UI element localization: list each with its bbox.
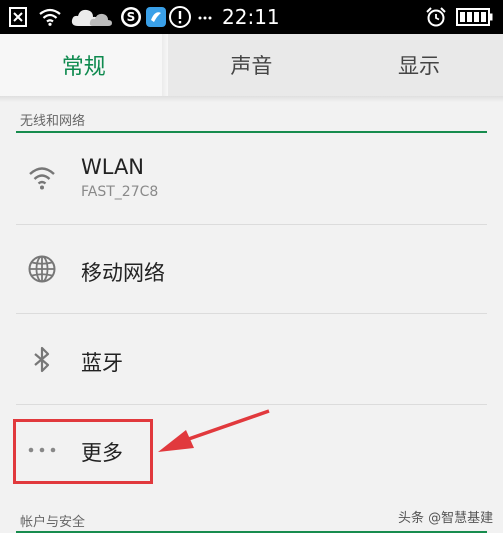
s-app-icon: S xyxy=(121,7,141,27)
more-icon xyxy=(198,16,212,20)
highlight-box xyxy=(13,419,153,484)
section-header-wireless: 无线和网络 xyxy=(20,114,86,129)
watermark: 头条 @智慧基建 xyxy=(398,511,494,526)
status-time: 22:11 xyxy=(222,5,280,29)
alert-icon xyxy=(169,6,191,28)
item-title: 移动网络 xyxy=(81,261,165,285)
svg-text:S: S xyxy=(127,10,136,24)
settings-item-wlan[interactable]: WLAN FAST_27C8 xyxy=(0,133,503,223)
tab-display[interactable]: 显示 xyxy=(335,34,503,96)
cloud-icon xyxy=(71,9,112,26)
wifi-icon xyxy=(29,167,55,190)
pointer-arrow-icon xyxy=(158,409,270,452)
settings-item-mobile-network[interactable]: 移动网络 xyxy=(0,225,503,313)
tab-bar: 常规 声音 显示 xyxy=(0,34,503,96)
wifi-icon xyxy=(39,8,61,26)
item-subtitle: FAST_27C8 xyxy=(81,184,159,200)
section-header-accounts: 帐户与安全 xyxy=(20,515,86,530)
tab-bar-shadow xyxy=(0,96,503,102)
tab-general[interactable]: 常规 xyxy=(0,34,168,96)
item-title: WLAN xyxy=(81,155,145,179)
tab-sound[interactable]: 声音 xyxy=(168,34,336,96)
alarm-icon xyxy=(426,7,446,27)
battery-icon xyxy=(456,8,493,26)
status-bar: S 22:11 xyxy=(0,0,503,34)
tab-label: 声音 xyxy=(230,54,273,78)
item-title: 蓝牙 xyxy=(81,351,123,375)
settings-item-bluetooth[interactable]: 蓝牙 xyxy=(0,314,503,404)
browser-app-icon xyxy=(146,7,166,27)
globe-icon xyxy=(28,255,56,283)
tab-label: 显示 xyxy=(397,54,440,78)
tab-label: 常规 xyxy=(61,55,106,80)
bluetooth-icon xyxy=(34,346,50,373)
close-box-icon xyxy=(9,7,27,27)
